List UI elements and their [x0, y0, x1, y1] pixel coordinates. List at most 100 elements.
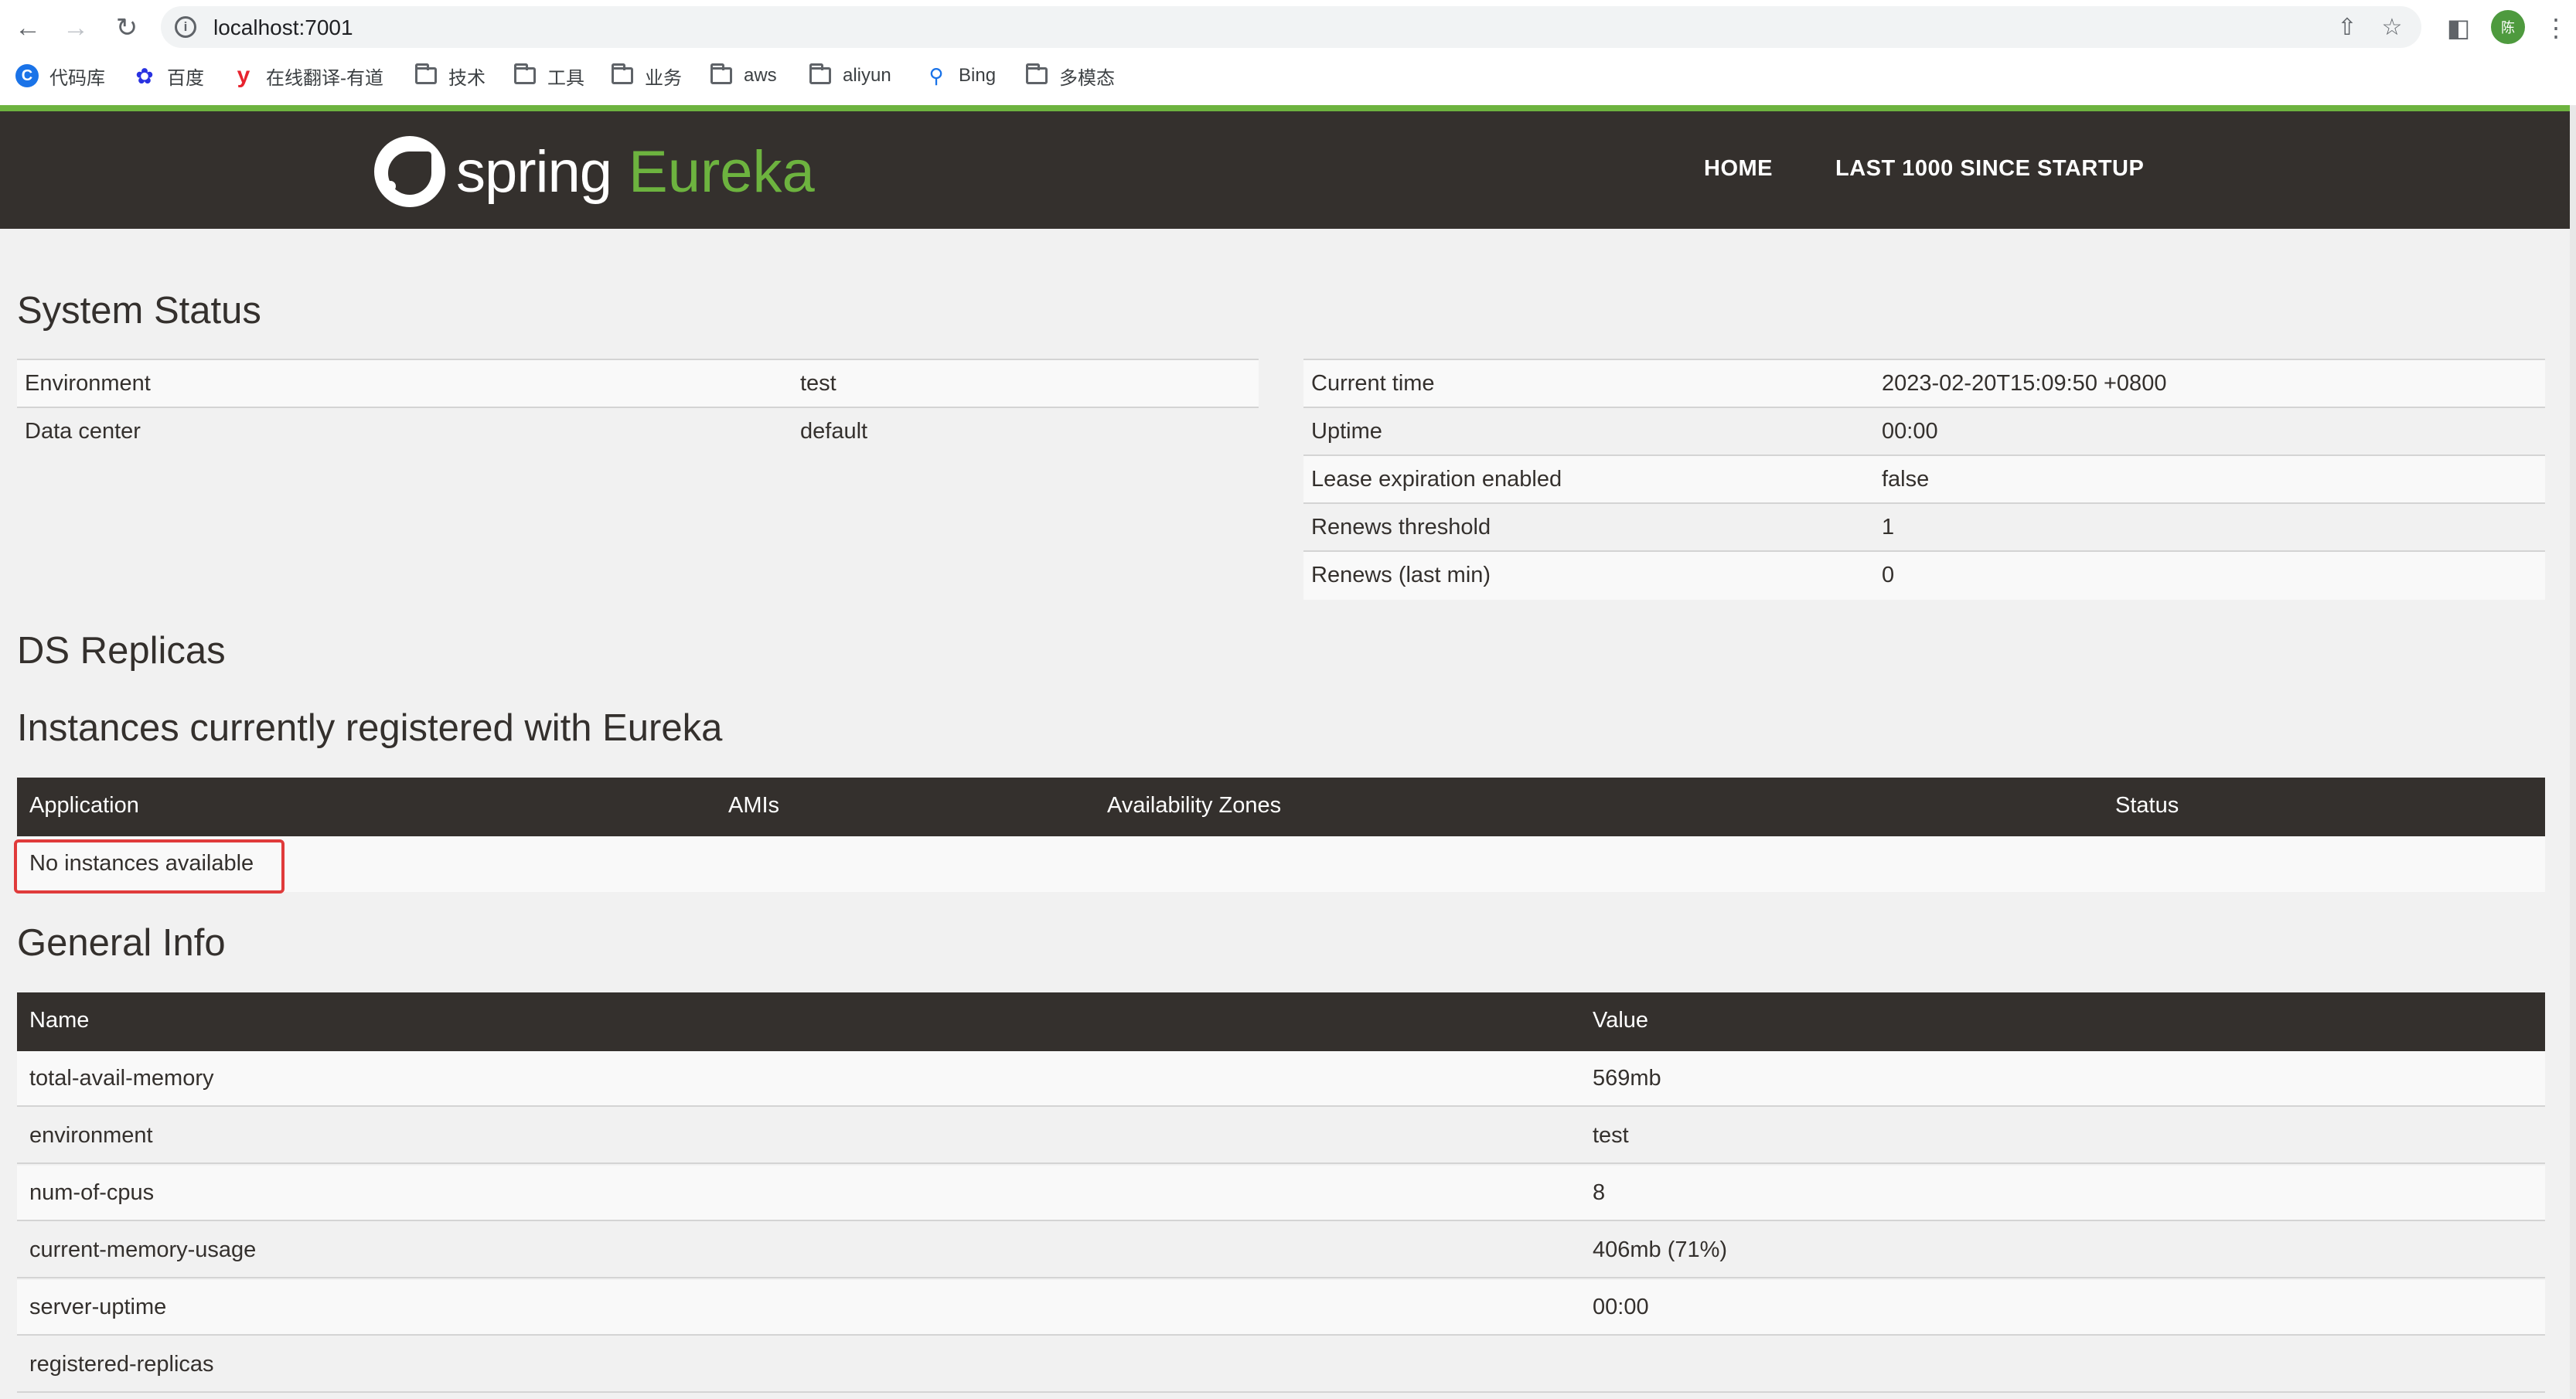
info-value: 00:00 [1593, 1295, 1649, 1319]
info-name: registered-replicas [29, 1352, 214, 1377]
status-key: Data center [25, 419, 141, 444]
instances-title: Instances currently registered with Eure… [17, 707, 723, 749]
status-value: false [1882, 467, 1930, 492]
status-value: 00:00 [1882, 419, 1938, 444]
table-row: registered-replicas [17, 1337, 2545, 1393]
site-info-icon[interactable]: i [175, 16, 196, 38]
table-row: total-avail-memory 569mb [17, 1051, 2545, 1107]
bookmark-label: 百度 [167, 67, 204, 89]
column-header: AMIs [728, 793, 780, 818]
column-header: Name [29, 1008, 90, 1033]
table-row: Environment test [17, 360, 1259, 408]
back-arrow-icon[interactable]: ← [8, 8, 48, 48]
youdao-y-icon: y [237, 63, 250, 88]
bookmark-item[interactable]: 工具 [513, 62, 584, 90]
bookmark-label: 在线翻译-有道 [266, 67, 383, 89]
table-row: environment test [17, 1108, 2545, 1164]
bookmark-label: Bing [959, 65, 997, 86]
info-name: num-of-cpus [29, 1180, 155, 1205]
status-value: default [800, 419, 868, 444]
table-row: server-uptime 00:00 [17, 1280, 2545, 1336]
column-header: Availability Zones [1107, 793, 1282, 818]
folder-icon [611, 63, 634, 87]
status-key: Uptime [1311, 419, 1382, 444]
column-header: Application [29, 793, 139, 818]
folder-icon [513, 63, 537, 87]
bookmark-label: 业务 [645, 67, 682, 89]
nav-home-link[interactable]: HOME [1704, 156, 1773, 182]
logo-eureka-text: Eureka [629, 138, 815, 205]
table-row: Data center default [17, 408, 1259, 456]
bookmark-label: 代码库 [49, 67, 105, 89]
table-row: Renews (last min) 0 [1303, 552, 2545, 600]
general-info-table-header: Name Value [17, 992, 2545, 1051]
logo-spring-text: spring [456, 138, 612, 205]
bookmark-item[interactable]: aliyun [809, 62, 891, 90]
info-value: 569mb [1593, 1066, 1661, 1091]
info-name: environment [29, 1123, 153, 1148]
table-row: Current time 2023-02-20T15:09:50 +0800 [1303, 360, 2545, 408]
info-name: total-avail-memory [29, 1066, 214, 1091]
bookmark-item[interactable]: y 在线翻译-有道 [232, 62, 383, 90]
search-icon: ⚲ [929, 63, 944, 87]
bookmark-label: 技术 [448, 67, 486, 89]
side-panel-icon[interactable]: ◧ [2438, 8, 2479, 48]
system-status-title: System Status [17, 290, 261, 332]
bookmark-label: aliyun [843, 65, 891, 86]
bookmark-item[interactable]: ✿ 百度 [133, 62, 204, 90]
baidu-paw-icon: ✿ [135, 63, 154, 88]
profile-avatar[interactable]: 陈 [2491, 10, 2525, 44]
bookmark-star-icon[interactable]: ☆ [2378, 13, 2406, 41]
bookmark-item[interactable]: aws [710, 62, 777, 90]
bookmark-item[interactable]: ⚲ Bing [925, 62, 996, 90]
forward-arrow-icon[interactable]: → [56, 8, 96, 48]
bookmark-item[interactable]: 技术 [414, 62, 486, 90]
page-scrollbar[interactable] [2570, 105, 2576, 1399]
chrome-c-icon: C [15, 64, 39, 87]
status-key: Renews (last min) [1311, 563, 1491, 587]
bookmark-label: 工具 [547, 67, 584, 89]
folder-icon [710, 63, 733, 87]
column-header: Status [2115, 793, 2179, 818]
nav-last-1000-link[interactable]: LAST 1000 SINCE STARTUP [1835, 156, 2144, 182]
browser-toolbar: ← → ↻ i localhost:7001 ⇧ ☆ ◧ 陈 ⋮ [0, 0, 2576, 54]
ds-replicas-title: DS Replicas [17, 630, 226, 672]
table-row: current-memory-usage 406mb (71%) [17, 1223, 2545, 1278]
status-value: 1 [1882, 515, 1895, 540]
info-value: 8 [1593, 1180, 1606, 1205]
spring-leaf-icon [374, 136, 445, 207]
table-row: Lease expiration enabled false [1303, 456, 2545, 504]
spring-eureka-logo[interactable]: spring Eureka [374, 133, 815, 210]
folder-icon [1025, 63, 1048, 87]
table-row: num-of-cpus 8 [17, 1166, 2545, 1221]
reload-icon[interactable]: ↻ [107, 8, 147, 48]
url-text[interactable]: localhost:7001 [213, 15, 353, 40]
bookmark-label: 多模态 [1059, 67, 1115, 89]
column-header: Value [1593, 1008, 1649, 1033]
eureka-navbar: spring Eureka HOME LAST 1000 SINCE START… [0, 105, 2570, 229]
no-instances-text: No instances available [29, 851, 254, 876]
browser-chrome: ← → ↻ i localhost:7001 ⇧ ☆ ◧ 陈 ⋮ C 代码库 ✿… [0, 0, 2576, 105]
table-row: Renews threshold 1 [1303, 504, 2545, 552]
info-name: current-memory-usage [29, 1237, 257, 1262]
instances-table-header: Application AMIs Availability Zones Stat… [17, 778, 2545, 836]
status-key: Lease expiration enabled [1311, 467, 1562, 492]
bookmark-item[interactable]: 业务 [611, 62, 682, 90]
share-icon[interactable]: ⇧ [2333, 13, 2361, 41]
bookmark-item[interactable]: 多模态 [1025, 62, 1115, 90]
address-bar[interactable]: i localhost:7001 ⇧ ☆ [161, 6, 2421, 48]
folder-icon [809, 63, 832, 87]
status-value: 2023-02-20T15:09:50 +0800 [1882, 371, 2167, 396]
folder-icon [414, 63, 438, 87]
info-name: server-uptime [29, 1295, 167, 1319]
system-status-right-table: Current time 2023-02-20T15:09:50 +0800 U… [1303, 359, 2545, 600]
general-info-title: General Info [17, 922, 226, 964]
system-status-left-table: Environment test Data center default [17, 359, 1259, 456]
more-menu-icon[interactable]: ⋮ [2536, 8, 2576, 48]
table-row: Uptime 00:00 [1303, 408, 2545, 456]
status-value: 0 [1882, 563, 1895, 587]
status-key: Environment [25, 371, 151, 396]
status-key: Renews threshold [1311, 515, 1491, 540]
bookmarks-bar: C 代码库 ✿ 百度 y 在线翻译-有道 技术 工具 业务 aws aliyun… [0, 56, 2576, 96]
bookmark-item[interactable]: C 代码库 [15, 62, 105, 90]
